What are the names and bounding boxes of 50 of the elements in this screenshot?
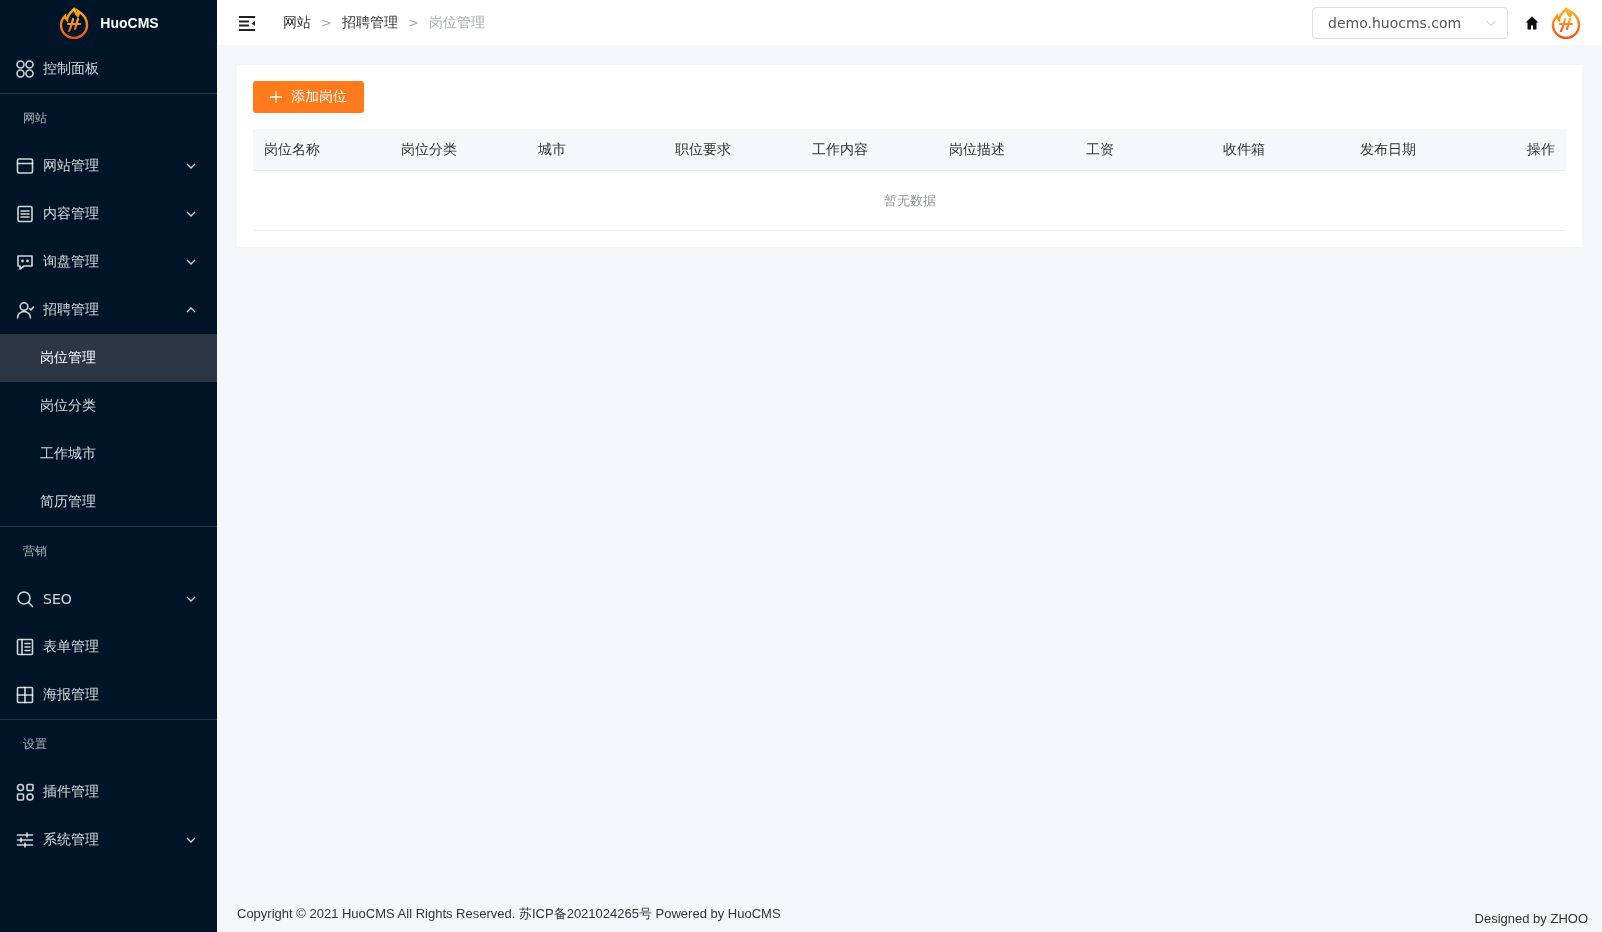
menu-item[interactable]: SEO <box>0 575 217 623</box>
column-header: 工资 <box>1085 140 1115 159</box>
chat-icon <box>15 252 35 272</box>
search-icon <box>15 589 35 609</box>
submenu-item[interactable]: 岗位分类 <box>0 382 217 430</box>
form-icon <box>15 637 35 657</box>
column-header: 操作 <box>1526 140 1556 159</box>
menu-section-title: 网站 <box>23 109 47 127</box>
menu-item[interactable]: 控制面板 <box>0 45 217 93</box>
plus-icon <box>269 90 283 104</box>
column-header: 岗位分类 <box>400 140 458 159</box>
menu-item[interactable]: 网站管理 <box>0 142 217 190</box>
brand-name: HuoCMS <box>100 14 159 31</box>
column-header: 职位要求 <box>674 140 732 159</box>
flame-logo-icon <box>58 6 91 39</box>
column-header: 岗位名称 <box>263 140 321 159</box>
column-header: 工作内容 <box>811 140 869 159</box>
submenu-item[interactable]: 岗位管理 <box>0 334 217 382</box>
submenu-item[interactable]: 工作城市 <box>0 430 217 478</box>
column-header: 发布日期 <box>1359 140 1417 159</box>
breadcrumb-separator: > <box>407 15 419 30</box>
plugin-icon <box>15 782 35 802</box>
menu-section-title: 设置 <box>23 735 47 753</box>
menu-item[interactable]: 系统管理 <box>0 816 217 864</box>
menu-item[interactable]: 招聘管理 <box>0 286 217 334</box>
designer-credit: Designed by ZHOO <box>1474 911 1588 926</box>
breadcrumb-link[interactable]: 网站 <box>283 13 311 32</box>
column-header: 收件箱 <box>1222 140 1266 159</box>
menu-item[interactable]: 表单管理 <box>0 623 217 671</box>
submenu-item[interactable]: 简历管理 <box>0 478 217 526</box>
menu-item[interactable]: 询盘管理 <box>0 238 217 286</box>
column-header: 岗位描述 <box>948 140 1006 159</box>
grid-icon <box>15 685 35 705</box>
home-icon[interactable] <box>1524 14 1540 31</box>
flame-logo-icon <box>1550 6 1582 39</box>
breadcrumb-separator: > <box>321 15 332 30</box>
menu-item[interactable]: 插件管理 <box>0 768 217 816</box>
menu-item[interactable]: 海报管理 <box>0 671 217 719</box>
window-icon <box>15 156 35 176</box>
document-icon <box>15 204 35 224</box>
site-select[interactable]: demo.huocms.com <box>1312 6 1508 39</box>
user-icon <box>15 300 35 320</box>
dashboard-icon <box>15 59 35 79</box>
empty-text: 暂无数据 <box>883 191 936 210</box>
column-header: 城市 <box>537 140 567 159</box>
sliders-icon <box>15 830 35 850</box>
breadcrumb-link[interactable]: 招聘管理 <box>341 13 398 32</box>
menu-item[interactable]: 内容管理 <box>0 190 217 238</box>
menu-section-title: 营销 <box>23 542 47 560</box>
copyright-text: Copyright © 2021 HuoCMS All Rights Reserved. 苏ICP备2021024265号 Powered by HuoCMS <box>237 905 781 923</box>
